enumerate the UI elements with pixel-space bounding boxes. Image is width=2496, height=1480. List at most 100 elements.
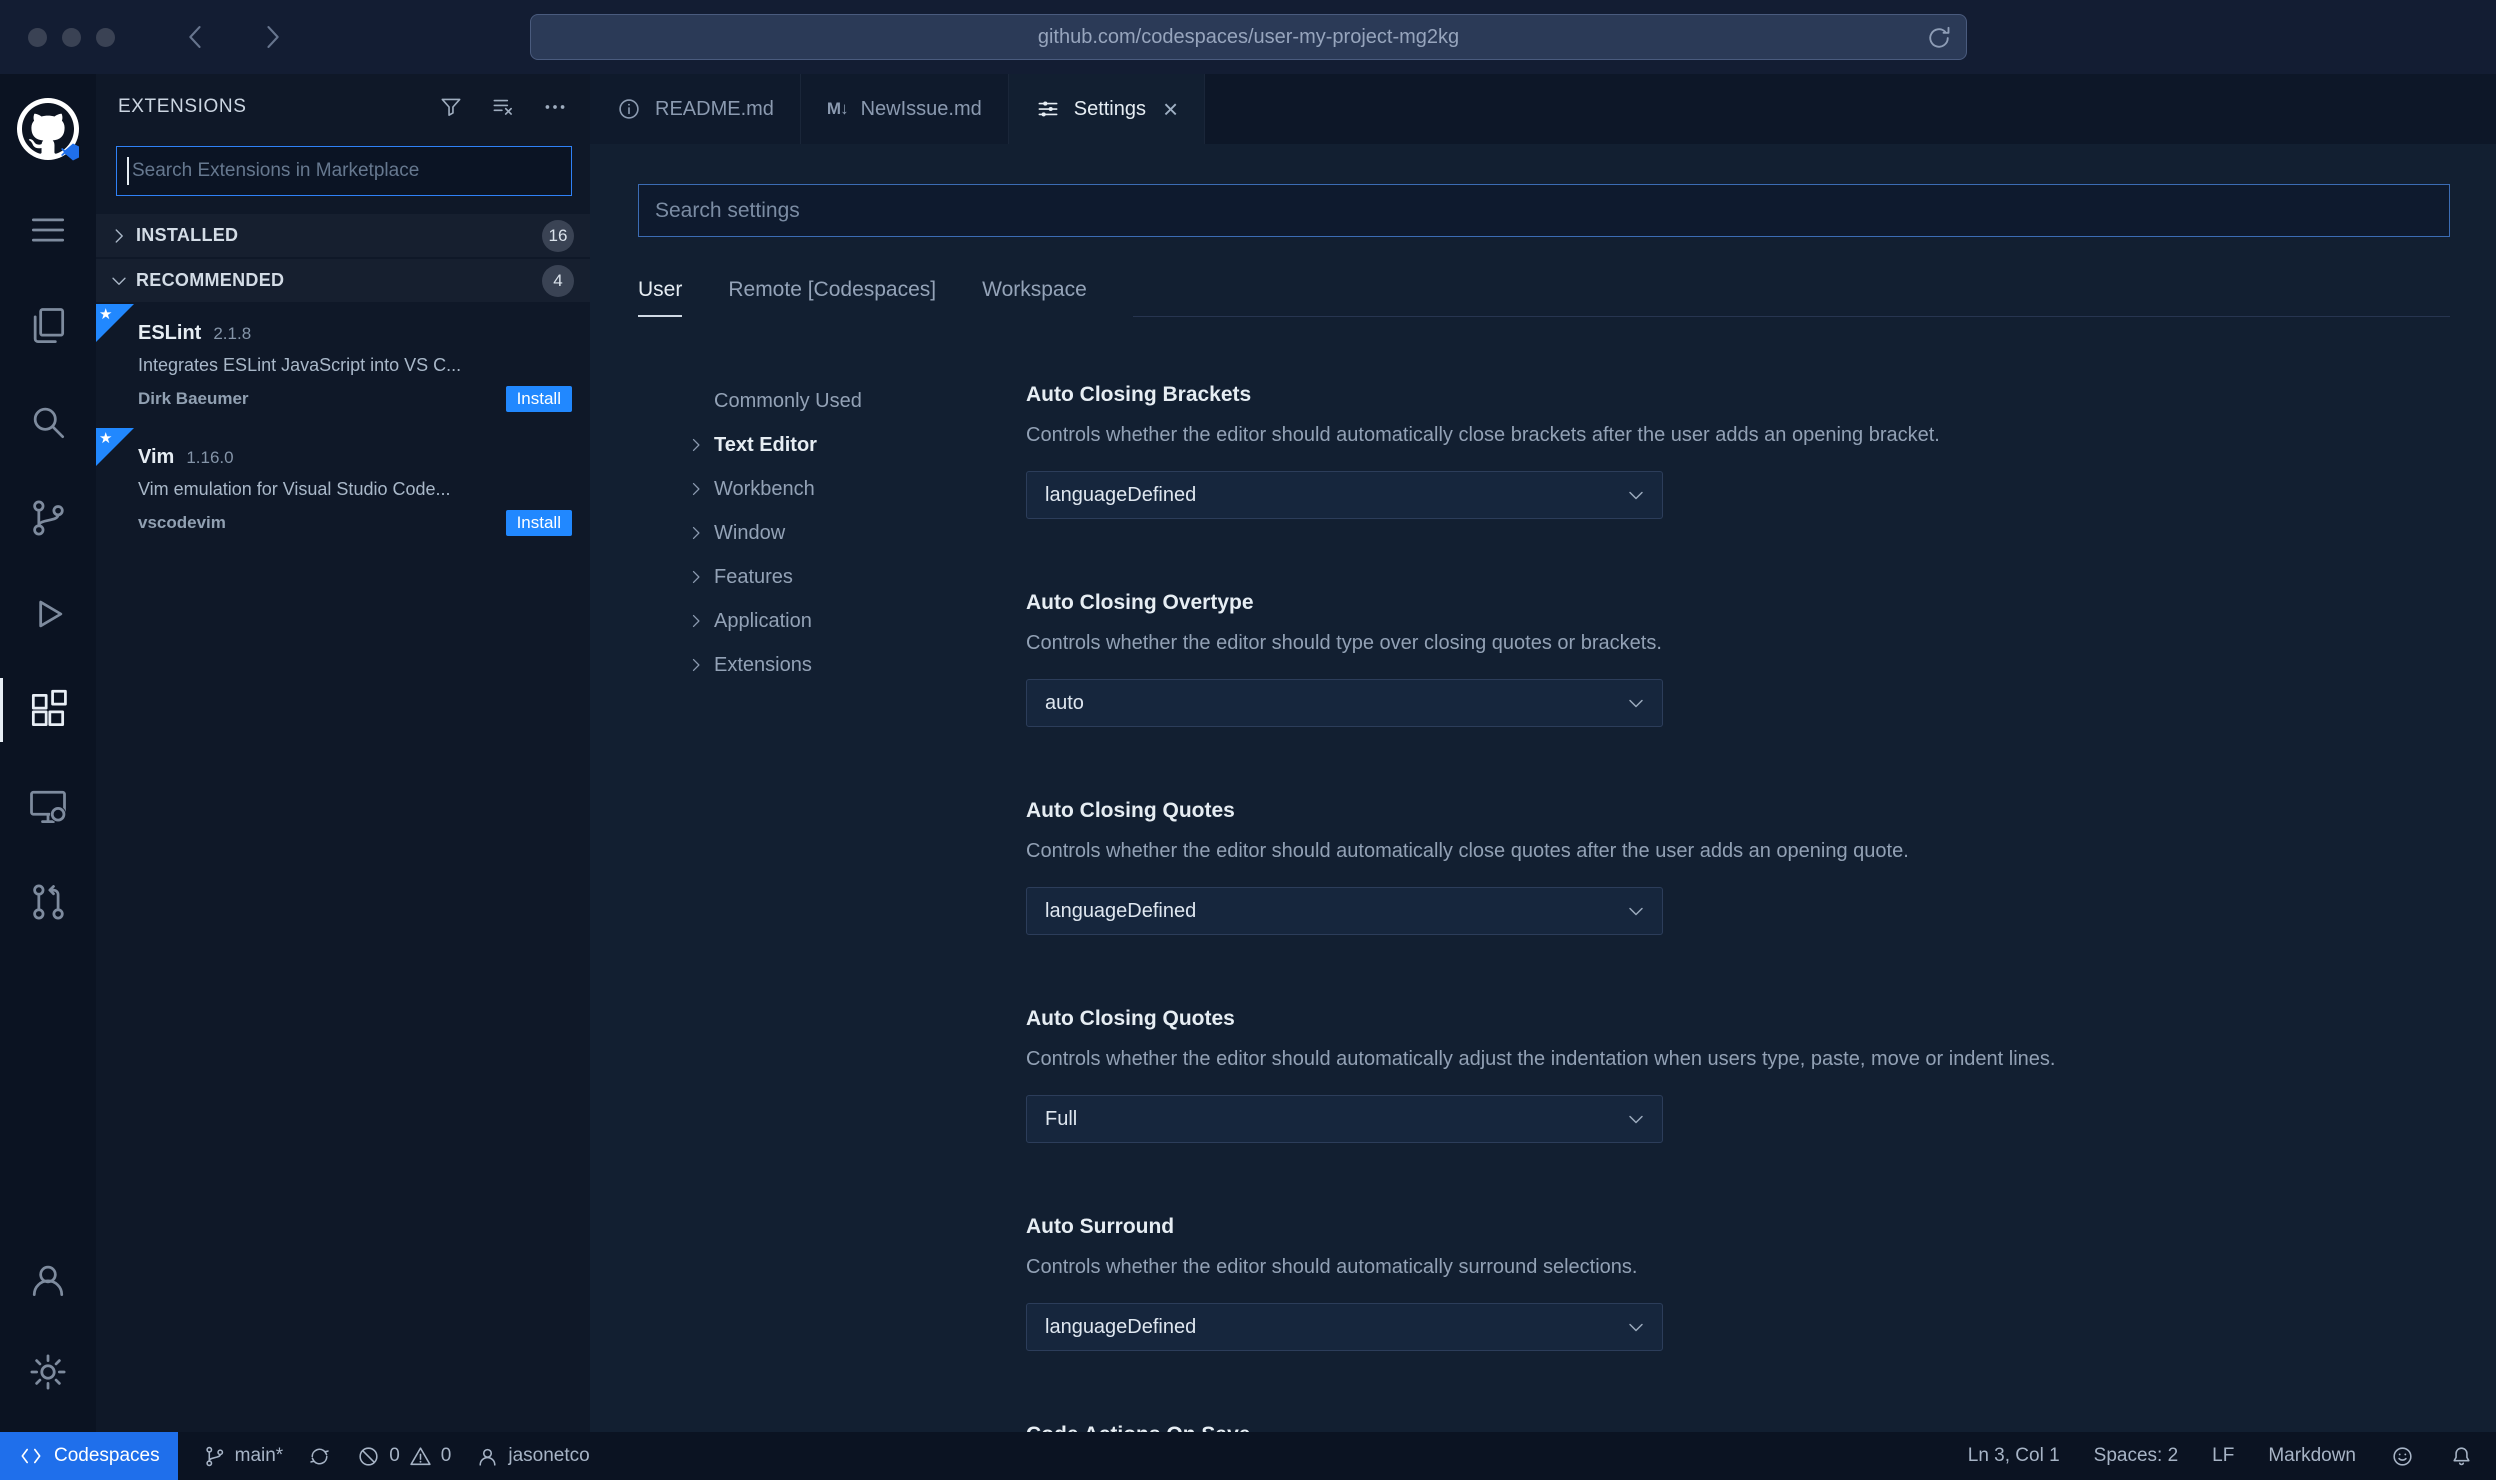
- pull-requests-icon[interactable]: [0, 854, 96, 950]
- branch-status-item[interactable]: main*: [202, 1444, 283, 1469]
- window-zoom-button[interactable]: [96, 27, 115, 47]
- close-icon[interactable]: ×: [1163, 96, 1178, 122]
- recommended-star-icon: ★: [96, 304, 134, 342]
- refresh-icon[interactable]: [1924, 23, 1954, 53]
- install-button[interactable]: Install: [505, 510, 572, 536]
- run-debug-icon[interactable]: [0, 566, 96, 662]
- tab-readme[interactable]: README.md: [590, 74, 801, 144]
- tab-newissue[interactable]: M↓ NewIssue.md: [800, 74, 1009, 144]
- scope-tab-workspace[interactable]: Workspace: [982, 278, 1087, 317]
- remote-explorer-icon[interactable]: [0, 758, 96, 854]
- extension-publisher: vscodevim: [138, 513, 226, 532]
- install-button[interactable]: Install: [505, 386, 572, 412]
- scope-tab-remote[interactable]: Remote [Codespaces]: [728, 278, 936, 317]
- setting-auto-surround: Auto Surround Controls whether the edito…: [1026, 1213, 2450, 1351]
- extension-name: Vim: [138, 446, 175, 468]
- person-icon: [479, 1448, 496, 1466]
- section-recommended[interactable]: RECOMMENDED 4: [96, 259, 590, 302]
- github-codespaces-logo[interactable]: [17, 98, 79, 161]
- browser-forward-button[interactable]: [255, 20, 289, 54]
- window-close-button[interactable]: [28, 27, 47, 47]
- vscode-workbench: EXTENSIONS Search Extensions in Marketpl…: [0, 74, 2496, 1432]
- line-col-indicator[interactable]: Ln 3, Col 1: [1968, 1445, 2060, 1467]
- clear-extensions-search-icon[interactable]: [490, 94, 516, 120]
- extensions-search-input[interactable]: Search Extensions in Marketplace: [116, 146, 572, 196]
- scope-divider: [1132, 316, 2450, 317]
- text-cursor: [127, 157, 129, 185]
- toc-item-application[interactable]: Application: [686, 599, 1026, 643]
- setting-dropdown[interactable]: auto: [1026, 679, 1663, 727]
- address-bar[interactable]: github.com/codespaces/user-my-project-mg…: [530, 14, 1967, 60]
- setting-description: Controls whether the editor should autom…: [1026, 1048, 2056, 1070]
- chevron-down-icon: [1629, 491, 1643, 500]
- user-status-item[interactable]: jasonetco: [475, 1444, 590, 1469]
- window-minimize-button[interactable]: [62, 27, 81, 47]
- toc-item-workbench[interactable]: Workbench: [686, 467, 1026, 511]
- installed-count-badge: 16: [542, 219, 574, 252]
- eol-indicator[interactable]: LF: [2212, 1445, 2234, 1467]
- setting-dropdown[interactable]: Full: [1026, 1095, 1663, 1143]
- source-control-icon[interactable]: [0, 470, 96, 566]
- toc-item-extensions[interactable]: Extensions: [686, 643, 1026, 687]
- extension-version: 1.16.0: [186, 448, 234, 467]
- editor-area: README.md M↓ NewIssue.md Settings × Sear…: [590, 74, 2496, 1432]
- scope-tab-user[interactable]: User: [638, 278, 683, 317]
- vscode-icon: [61, 143, 79, 161]
- address-bar-url: github.com/codespaces/user-my-project-mg…: [1037, 25, 1460, 48]
- toc-item-features[interactable]: Features: [686, 555, 1026, 599]
- settings-gear-icon[interactable]: [0, 1326, 96, 1418]
- extensions-icon[interactable]: [0, 662, 96, 758]
- setting-description: Controls whether the editor should autom…: [1026, 424, 1940, 446]
- settings-editor: Search settings User Remote [Codespaces]…: [590, 144, 2496, 1432]
- window-controls: [28, 27, 115, 47]
- chevron-right-icon: [115, 228, 123, 243]
- extension-publisher: Dirk Baeumer: [138, 389, 249, 408]
- settings-scope-tabs: User Remote [Codespaces] Workspace: [638, 263, 2450, 317]
- language-mode-indicator[interactable]: Markdown: [2268, 1445, 2356, 1467]
- toc-item-window[interactable]: Window: [686, 511, 1026, 555]
- more-actions-icon[interactable]: [542, 94, 568, 120]
- status-bar: Codespaces main* 0 0 jasonetco Ln 3, Col…: [0, 1432, 2496, 1480]
- codespaces-status-button[interactable]: Codespaces: [0, 1432, 178, 1480]
- setting-code-actions-on-save: Code Actions On Save: [1026, 1421, 2450, 1432]
- setting-dropdown[interactable]: languageDefined: [1026, 887, 1663, 935]
- toc-item-commonly-used[interactable]: Commonly Used: [686, 379, 1026, 423]
- tab-settings[interactable]: Settings ×: [1008, 74, 1206, 144]
- editor-tab-bar: README.md M↓ NewIssue.md Settings ×: [590, 74, 2496, 144]
- setting-description: Controls whether the editor should type …: [1026, 632, 1662, 654]
- explorer-icon[interactable]: [0, 278, 96, 374]
- settings-search-placeholder: Search settings: [655, 198, 800, 222]
- toc-item-text-editor[interactable]: Text Editor: [686, 423, 1026, 467]
- chevron-right-icon: [692, 526, 700, 540]
- feedback-icon[interactable]: [2390, 1444, 2415, 1469]
- section-installed[interactable]: INSTALLED 16: [96, 214, 590, 257]
- indentation-indicator[interactable]: Spaces: 2: [2094, 1445, 2179, 1467]
- codespaces-icon: [21, 1448, 41, 1464]
- recommended-star-icon: ★: [96, 428, 134, 466]
- setting-title: Code Actions On Save: [1026, 1421, 2450, 1432]
- errors-count: 0: [389, 1445, 400, 1466]
- extension-item-eslint[interactable]: ★ ESLint 2.1.8 Integrates ESLint JavaScr…: [96, 304, 590, 428]
- extensions-search-placeholder: Search Extensions in Marketplace: [132, 160, 420, 181]
- extension-name: ESLint: [138, 322, 202, 344]
- notifications-bell-icon[interactable]: [2449, 1444, 2474, 1469]
- setting-description: Controls whether the editor should autom…: [1026, 1256, 1638, 1278]
- setting-title: Auto Closing Quotes: [1026, 1007, 1235, 1030]
- menu-icon[interactable]: [0, 182, 96, 278]
- sync-status-item[interactable]: [307, 1444, 332, 1469]
- setting-dropdown[interactable]: languageDefined: [1026, 1303, 1663, 1351]
- settings-search-input[interactable]: Search settings: [638, 184, 2450, 237]
- search-icon[interactable]: [0, 374, 96, 470]
- git-branch-icon: [205, 1446, 223, 1466]
- extension-version: 2.1.8: [213, 324, 252, 343]
- filter-icon[interactable]: [438, 94, 464, 120]
- sidebar-title: EXTENSIONS: [118, 96, 247, 117]
- chevron-down-icon: [112, 277, 126, 285]
- browser-back-button[interactable]: [179, 20, 213, 54]
- extension-item-vim[interactable]: ★ Vim 1.16.0 Vim emulation for Visual St…: [96, 428, 590, 552]
- setting-dropdown[interactable]: languageDefined: [1026, 471, 1663, 519]
- section-label: INSTALLED: [136, 225, 239, 245]
- errors-icon: [359, 1446, 378, 1466]
- account-icon[interactable]: [0, 1234, 96, 1326]
- problems-status-item[interactable]: 0 0: [356, 1444, 451, 1469]
